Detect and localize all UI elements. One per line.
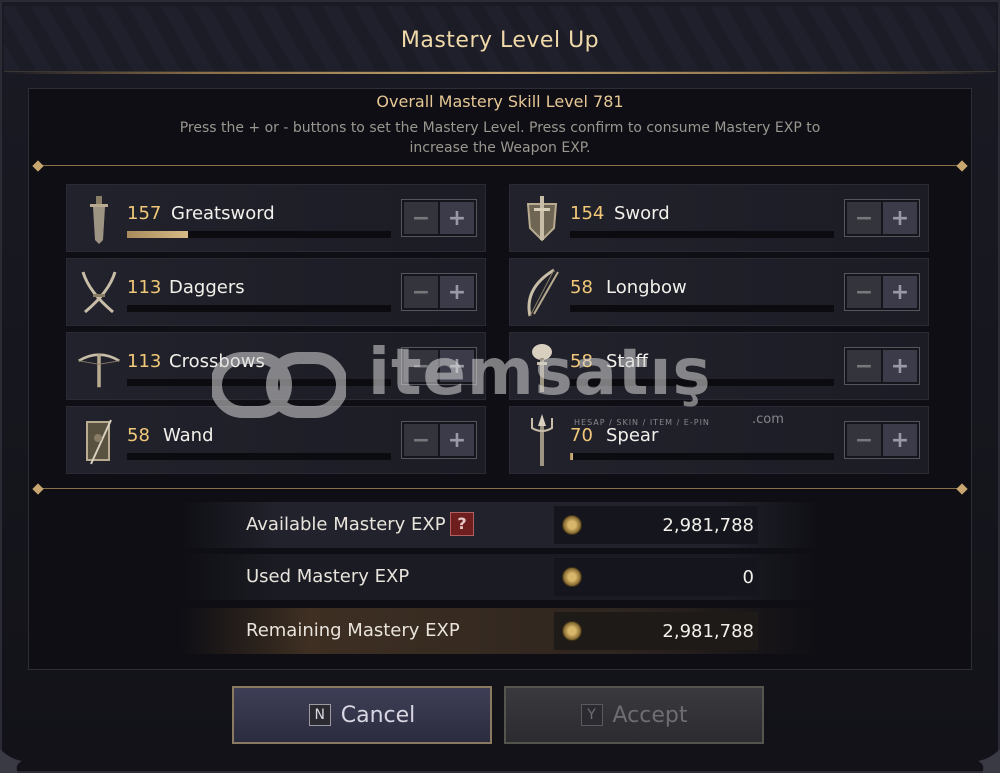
weapon-level: 113 — [127, 351, 162, 372]
level-stepper: − + — [401, 273, 477, 311]
available-exp-value: 2,981,788 — [662, 515, 754, 536]
weapon-card-staff: 58 Staff − + — [509, 332, 929, 400]
weapon-exp-bar — [127, 379, 391, 386]
weapon-level: 154 — [570, 203, 605, 224]
available-exp-label: Available Mastery EXP — [246, 514, 446, 535]
used-exp-value: 0 — [742, 567, 754, 588]
remaining-exp-value: 2,981,788 — [662, 621, 754, 642]
increase-button[interactable]: + — [440, 276, 474, 308]
help-icon[interactable]: ? — [450, 512, 474, 536]
dialog-title: Mastery Level Up — [400, 28, 600, 53]
weapon-name: Sword — [614, 203, 670, 224]
divider-bottom — [30, 483, 970, 495]
weapon-exp-fill — [570, 453, 573, 460]
weapon-exp-bar — [127, 453, 391, 460]
mastery-coin-icon — [562, 567, 582, 587]
longbow-icon — [520, 267, 564, 319]
weapon-name: Wand — [163, 425, 214, 446]
decrease-button[interactable]: − — [847, 202, 881, 234]
increase-button[interactable]: + — [440, 424, 474, 456]
keybind-y: Y — [580, 704, 603, 726]
overall-mastery-level: Overall Mastery Skill Level 781 — [376, 92, 624, 111]
weapon-exp-bar — [127, 305, 391, 312]
corner-ornament-left — [0, 749, 22, 773]
weapon-name: Staff — [606, 351, 648, 372]
increase-button[interactable]: + — [883, 276, 917, 308]
increase-button[interactable]: + — [440, 350, 474, 382]
increase-button[interactable]: + — [883, 424, 917, 456]
decrease-button[interactable]: − — [847, 350, 881, 382]
accept-label: Accept — [612, 702, 688, 728]
increase-button[interactable]: + — [883, 350, 917, 382]
cancel-label: Cancel — [340, 702, 416, 728]
weapon-exp-bar — [570, 231, 834, 238]
weapon-exp-bar — [570, 305, 834, 312]
weapon-level: 58 — [570, 351, 593, 372]
used-exp-label: Used Mastery EXP — [246, 566, 410, 587]
divider-top — [30, 160, 970, 172]
wand-tome-icon — [77, 415, 121, 467]
spear-icon — [520, 414, 564, 467]
increase-button[interactable]: + — [440, 202, 474, 234]
increase-button[interactable]: + — [883, 202, 917, 234]
level-stepper: − + — [401, 347, 477, 385]
decrease-button[interactable]: − — [404, 202, 438, 234]
weapon-exp-bar — [570, 379, 834, 386]
weapon-card-daggers: 113 Daggers − + — [66, 258, 486, 326]
weapon-exp-fill — [127, 231, 188, 238]
keybind-n: N — [308, 704, 331, 726]
weapon-card-sword: 154 Sword − + — [509, 184, 929, 252]
weapon-name: Daggers — [169, 277, 245, 298]
weapon-level: 58 — [127, 425, 150, 446]
decrease-button[interactable]: − — [847, 424, 881, 456]
level-stepper: − + — [844, 347, 920, 385]
level-stepper: − + — [844, 199, 920, 237]
decrease-button[interactable]: − — [404, 424, 438, 456]
level-stepper: − + — [844, 273, 920, 311]
corner-ornament-right — [978, 749, 1000, 773]
mastery-coin-icon — [562, 621, 582, 641]
crossbow-icon — [77, 341, 121, 393]
daggers-icon — [77, 267, 121, 319]
weapon-card-spear: 70 Spear − + — [509, 406, 929, 474]
remaining-exp-row: Remaining Mastery EXP 2,981,788 — [180, 608, 820, 654]
available-exp-row: Available Mastery EXP ? 2,981,788 — [180, 502, 820, 548]
remaining-exp-label: Remaining Mastery EXP — [246, 620, 460, 641]
available-exp-box: 2,981,788 — [554, 506, 758, 544]
level-stepper: − + — [844, 421, 920, 459]
weapon-name: Crossbows — [169, 351, 265, 372]
level-stepper: − + — [401, 199, 477, 237]
decrease-button[interactable]: − — [847, 276, 881, 308]
staff-icon — [520, 341, 564, 393]
greatsword-icon — [77, 193, 121, 245]
weapon-name: Spear — [606, 425, 659, 446]
mastery-coin-icon — [562, 515, 582, 535]
weapon-level: 113 — [127, 277, 162, 298]
weapon-level: 157 — [127, 203, 162, 224]
weapon-card-longbow: 58 Longbow − + — [509, 258, 929, 326]
used-exp-row: Used Mastery EXP 0 — [180, 554, 820, 600]
instructions-text: Press the + or - buttons to set the Mast… — [179, 120, 821, 156]
title-underline — [4, 72, 996, 74]
weapon-exp-bar — [127, 231, 391, 238]
weapon-card-crossbows: 113 Crossbows − + — [66, 332, 486, 400]
weapon-card-greatsword: 157 Greatsword − + — [66, 184, 486, 252]
sword-shield-icon — [520, 193, 564, 245]
level-stepper: − + — [401, 421, 477, 459]
weapon-level: 58 — [570, 277, 593, 298]
decrease-button[interactable]: − — [404, 276, 438, 308]
accept-button[interactable]: Y Accept — [504, 686, 764, 744]
decrease-button[interactable]: − — [404, 350, 438, 382]
weapon-card-wand: 58 Wand − + — [66, 406, 486, 474]
used-exp-box: 0 — [554, 558, 758, 596]
weapon-name: Greatsword — [171, 203, 275, 224]
remaining-exp-box: 2,981,788 — [554, 612, 758, 650]
weapon-exp-bar — [570, 453, 834, 460]
weapon-name: Longbow — [606, 277, 687, 298]
cancel-button[interactable]: N Cancel — [232, 686, 492, 744]
weapon-level: 70 — [570, 425, 593, 446]
